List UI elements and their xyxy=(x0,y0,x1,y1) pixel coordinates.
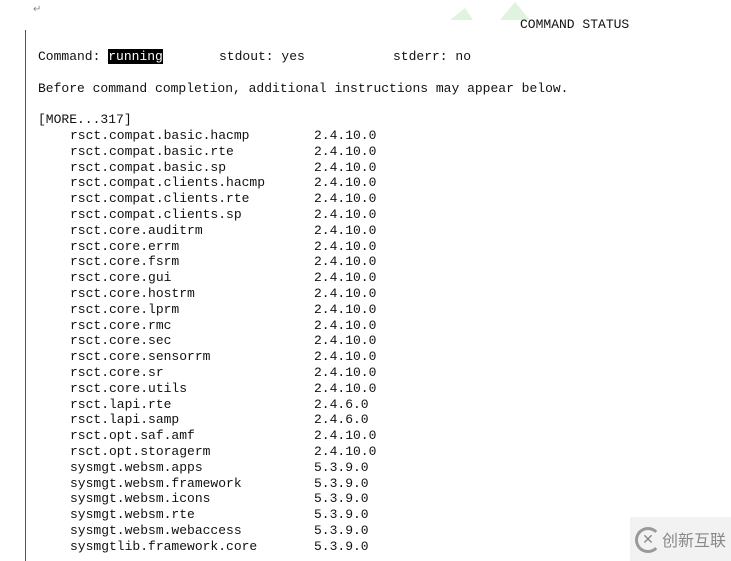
package-row: sysmgt.websm.rte 5.3.9.0 xyxy=(70,507,369,523)
package-name: rsct.lapi.samp xyxy=(70,412,180,428)
package-name: rsct.core.sec xyxy=(70,333,172,349)
package-name: rsct.core.sensorrm xyxy=(70,349,211,365)
package-row: rsct.compat.basic.sp 2.4.10.0 xyxy=(70,159,376,176)
package-row: sysmgt.websm.apps 5.3.9.0 xyxy=(70,459,369,476)
package-row: rsct.core.utils 2.4.10.0 xyxy=(70,380,376,397)
stdout-value: yes xyxy=(281,49,305,64)
package-version: 2.4.10.0 xyxy=(314,444,377,459)
package-version: 2.4.10.0 xyxy=(314,380,377,396)
stdout-status: stdout: yes xyxy=(219,49,305,65)
package-name: rsct.core.lprm xyxy=(70,301,180,317)
status-line: Command: running xyxy=(38,49,163,65)
command-status-badge: running xyxy=(108,49,163,64)
package-version: 2.4.10.0 xyxy=(314,286,377,301)
package-name: rsct.compat.basic.hacmp xyxy=(70,128,250,143)
package-version: 2.4.10.0 xyxy=(314,128,377,143)
package-row: rsct.opt.saf.amf 2.4.10.0 xyxy=(70,428,376,444)
package-row: rsct.core.auditrm 2.4.10.0 xyxy=(70,222,376,239)
watermark-text: 创新互联 xyxy=(662,531,727,550)
package-name: sysmgt.websm.apps xyxy=(70,459,203,475)
brand-logo-icon: ✕ xyxy=(635,527,661,553)
package-name: sysmgt.websm.webaccess xyxy=(70,523,242,538)
return-mark-icon: ↵ xyxy=(33,4,42,15)
package-row: rsct.lapi.rte 2.4.6.0 xyxy=(70,396,369,413)
package-name: rsct.core.errm xyxy=(70,238,180,254)
package-name: rsct.core.gui xyxy=(70,270,172,286)
notice-text: Before command completion, additional in… xyxy=(38,81,569,96)
package-name: rsct.compat.clients.hacmp xyxy=(70,175,266,191)
package-name: rsct.core.utils xyxy=(70,380,188,396)
stdout-label: stdout: xyxy=(219,49,274,64)
package-name: rsct.opt.storagerm xyxy=(70,444,211,459)
page-title: COMMAND STATUS xyxy=(520,17,630,32)
package-name: sysmgt.websm.rte xyxy=(70,507,195,523)
package-row: sysmgtlib.framework.core 5.3.9.0 xyxy=(70,538,369,555)
package-version: 2.4.10.0 xyxy=(314,175,377,191)
package-name: sysmgtlib.framework.core xyxy=(70,538,258,554)
package-name: rsct.lapi.rte xyxy=(70,396,172,412)
package-version: 2.4.10.0 xyxy=(314,317,377,333)
package-row: rsct.compat.basic.rte 2.4.10.0 xyxy=(70,143,376,160)
package-name: rsct.opt.saf.amf xyxy=(70,428,195,444)
package-version: 5.3.9.0 xyxy=(314,491,369,507)
package-version: 2.4.10.0 xyxy=(314,270,377,286)
package-version: 2.4.10.0 xyxy=(314,349,377,365)
left-border xyxy=(25,30,26,561)
package-row: rsct.core.hostrm 2.4.10.0 xyxy=(70,286,376,302)
terminal-screen: ↵ COMMAND STATUS Command: running stdout… xyxy=(0,0,731,561)
package-version: 2.4.6.0 xyxy=(314,412,369,428)
package-row: sysmgt.websm.webaccess 5.3.9.0 xyxy=(70,523,369,539)
package-name: rsct.core.fsrm xyxy=(70,254,180,270)
package-row: rsct.core.gui 2.4.10.0 xyxy=(70,270,376,286)
package-version: 2.4.10.0 xyxy=(314,238,377,254)
package-version: 2.4.10.0 xyxy=(314,191,377,207)
package-row: rsct.compat.clients.rte 2.4.10.0 xyxy=(70,191,376,207)
package-row: rsct.core.errm 2.4.10.0 xyxy=(70,238,376,255)
stderr-status: stderr: no xyxy=(393,49,471,65)
package-version: 5.3.9.0 xyxy=(314,475,369,491)
package-row: rsct.core.sr 2.4.10.0 xyxy=(70,365,376,381)
package-name: rsct.core.rmc xyxy=(70,317,172,333)
more-indicator[interactable]: [MORE...317] xyxy=(38,112,132,128)
package-name: sysmgt.websm.icons xyxy=(70,491,211,507)
package-row: rsct.core.fsrm 2.4.10.0 xyxy=(70,254,376,270)
package-row: rsct.core.lprm 2.4.10.0 xyxy=(70,301,376,318)
package-version: 2.4.6.0 xyxy=(314,396,369,412)
package-row: sysmgt.websm.icons 5.3.9.0 xyxy=(70,491,369,507)
package-version: 2.4.10.0 xyxy=(314,333,377,349)
package-row: rsct.lapi.samp 2.4.6.0 xyxy=(70,412,369,428)
command-label: Command: xyxy=(38,49,101,64)
package-version: 2.4.10.0 xyxy=(314,159,377,175)
package-name: rsct.compat.basic.sp xyxy=(70,159,227,175)
package-row: rsct.core.rmc 2.4.10.0 xyxy=(70,317,376,334)
package-row: rsct.core.sec 2.4.10.0 xyxy=(70,333,376,349)
stderr-label: stderr: xyxy=(393,49,448,64)
package-version: 5.3.9.0 xyxy=(314,507,369,523)
package-name: rsct.compat.basic.rte xyxy=(70,143,234,159)
package-name: rsct.core.hostrm xyxy=(70,286,195,301)
package-name: rsct.compat.clients.rte xyxy=(70,191,250,207)
package-version: 5.3.9.0 xyxy=(314,459,369,475)
package-name: rsct.core.auditrm xyxy=(70,222,203,238)
package-row: rsct.compat.clients.sp 2.4.10.0 xyxy=(70,207,376,223)
package-row: rsct.compat.basic.hacmp 2.4.10.0 xyxy=(70,128,376,144)
package-version: 2.4.10.0 xyxy=(314,301,377,317)
watermark: ✕ 创新互联 xyxy=(630,517,731,561)
package-name: rsct.compat.clients.sp xyxy=(70,207,242,222)
package-name: sysmgt.websm.framework xyxy=(70,475,242,491)
package-version: 2.4.10.0 xyxy=(314,254,377,270)
package-version: 2.4.10.0 xyxy=(314,143,377,159)
package-version: 5.3.9.0 xyxy=(314,523,369,538)
package-version: 2.4.10.0 xyxy=(314,222,377,238)
package-version: 5.3.9.0 xyxy=(314,538,369,554)
package-row: rsct.opt.storagerm 2.4.10.0 xyxy=(70,444,376,460)
package-row: rsct.core.sensorrm 2.4.10.0 xyxy=(70,349,376,365)
package-version: 2.4.10.0 xyxy=(314,207,377,222)
package-row: sysmgt.websm.framework 5.3.9.0 xyxy=(70,475,369,492)
package-row: rsct.compat.clients.hacmp 2.4.10.0 xyxy=(70,175,376,191)
package-version: 2.4.10.0 xyxy=(314,365,377,380)
package-version: 2.4.10.0 xyxy=(314,428,377,444)
package-name: rsct.core.sr xyxy=(70,365,164,380)
stderr-value: no xyxy=(455,49,472,64)
